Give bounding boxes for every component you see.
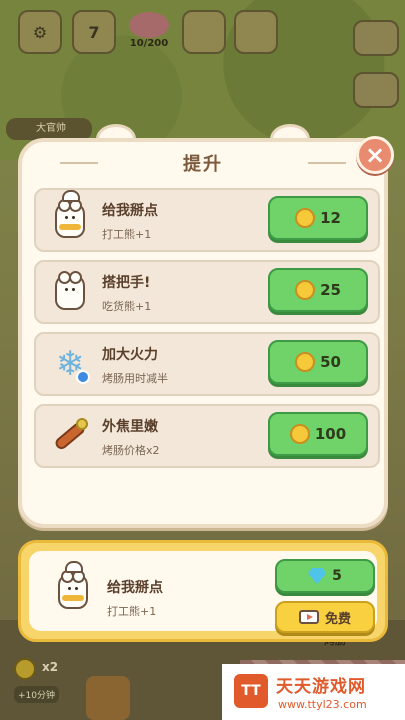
sausage-icon bbox=[48, 414, 92, 458]
upgrade-row: 给我掰点 打工熊+1 12 bbox=[34, 188, 380, 252]
upgrade-name: 给我掰点 bbox=[102, 203, 158, 219]
gift-box-icon[interactable] bbox=[234, 10, 278, 54]
buy-button[interactable]: 12 bbox=[268, 196, 368, 240]
bread-basket bbox=[86, 676, 130, 720]
featured-card-inner: 给我掰点 打工熊+1 5 免费 bbox=[29, 551, 377, 633]
buy-button[interactable]: 25 bbox=[268, 268, 368, 312]
settings-gear-icon[interactable]: ⚙ bbox=[18, 10, 62, 54]
piggy-bank-counter[interactable]: 10/200 bbox=[124, 12, 174, 49]
snowflake-clock-icon: ❄ bbox=[48, 342, 92, 386]
calendar-day: 7 bbox=[88, 22, 100, 42]
buy-button[interactable]: 50 bbox=[268, 340, 368, 384]
upgrade-desc: 打工熊+1 bbox=[102, 228, 152, 241]
watermark-title: 天天游戏网 bbox=[276, 677, 366, 697]
close-icon: × bbox=[364, 141, 386, 169]
gem-price: 5 bbox=[332, 568, 342, 584]
coin-icon bbox=[295, 352, 316, 372]
gem-buy-button[interactable]: 5 bbox=[275, 559, 375, 593]
upgrade-name: 外焦里嫩 bbox=[102, 419, 158, 435]
video-icon bbox=[298, 610, 319, 624]
piggy-bank-icon bbox=[129, 12, 169, 38]
coin-icon bbox=[295, 280, 316, 300]
upgrade-name: 搭把手! bbox=[102, 275, 151, 291]
upgrade-name: 加大火力 bbox=[102, 347, 158, 363]
upgrade-desc: 烤肠价格x2 bbox=[102, 444, 160, 457]
upgrade-desc: 吃货熊+1 bbox=[102, 300, 152, 313]
price: 50 bbox=[320, 353, 341, 371]
timer-label: 大官帅 bbox=[36, 123, 66, 134]
upgrade-row: 搭把手! 吃货熊+1 25 bbox=[34, 260, 380, 324]
title-divider-right bbox=[308, 162, 346, 164]
close-button[interactable]: × bbox=[356, 136, 394, 174]
calendar-icon[interactable]: 7 bbox=[72, 10, 116, 54]
bear-icon bbox=[48, 270, 92, 314]
pig-counter-text: 10/200 bbox=[129, 38, 169, 49]
coin-multiplier: x2 bbox=[42, 660, 59, 674]
upgrade-row: 外焦里嫩 烤肠价格x2 100 bbox=[34, 404, 380, 468]
chef-bear-icon bbox=[48, 190, 92, 242]
panel-body: 提升 给我掰点 打工熊+1 12 搭把手! 吃货熊+1 25 ❄ 加大火力 烤肠… bbox=[18, 138, 388, 528]
side-shop-icon[interactable] bbox=[353, 72, 399, 108]
watermark-url: www.ttyl23.com bbox=[278, 698, 367, 711]
free-label: 免费 bbox=[324, 611, 351, 627]
coin-double-booster[interactable]: x2 +10分钟 bbox=[14, 658, 76, 718]
watch-ad-free-button[interactable]: 免费 bbox=[275, 601, 375, 633]
time-bonus: +10分钟 bbox=[14, 686, 59, 703]
coin-icon bbox=[289, 424, 310, 444]
side-chest-icon[interactable] bbox=[353, 20, 399, 56]
coin-icon bbox=[295, 208, 316, 228]
globe-card-icon[interactable] bbox=[182, 10, 226, 54]
upgrade-row: ❄ 加大火力 烤肠用时减半 50 bbox=[34, 332, 380, 396]
upgrade-desc: 烤肠用时减半 bbox=[102, 372, 168, 385]
coin-icon bbox=[14, 658, 36, 680]
buy-button[interactable]: 100 bbox=[268, 412, 368, 456]
featured-upgrade-card: 给我掰点 打工熊+1 5 免费 bbox=[18, 540, 388, 642]
price: 12 bbox=[320, 209, 341, 227]
watermark-logo-icon: TT bbox=[234, 674, 268, 708]
chef-bear-icon bbox=[51, 561, 95, 613]
left-timer-badge[interactable]: 大官帅 bbox=[6, 118, 92, 140]
site-watermark: TT 天天游戏网 www.ttyl23.com bbox=[222, 664, 405, 720]
featured-desc: 打工熊+1 bbox=[107, 605, 157, 618]
diamond-icon bbox=[308, 568, 327, 584]
price: 25 bbox=[320, 281, 341, 299]
price: 100 bbox=[314, 425, 347, 443]
upgrade-panel: 提升 给我掰点 打工熊+1 12 搭把手! 吃货熊+1 25 ❄ 加大火力 烤肠… bbox=[18, 124, 388, 528]
featured-name: 给我掰点 bbox=[107, 580, 163, 596]
